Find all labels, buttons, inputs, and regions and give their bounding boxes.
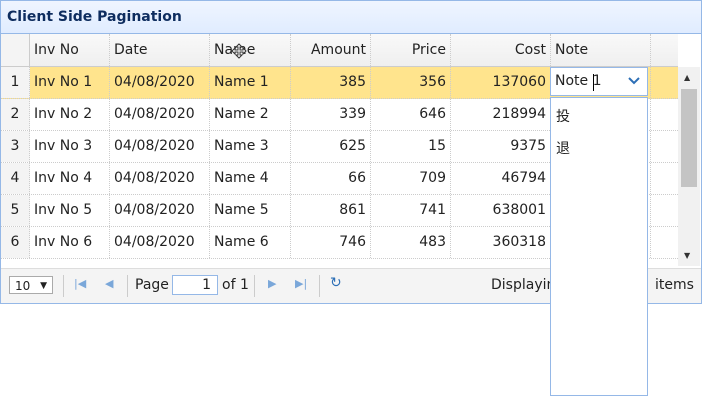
page-number-input[interactable]: 1 <box>172 275 218 295</box>
scroll-down-icon[interactable]: ▼ <box>684 251 690 260</box>
page-size-select[interactable]: 10 ▼ <box>9 276 53 294</box>
combobox-dropdown: 投 退 <box>550 97 648 396</box>
cell-inv-no[interactable]: Inv No 5 <box>30 195 110 226</box>
col-header-price[interactable]: Price <box>371 34 451 66</box>
cell-amount[interactable]: 66 <box>291 163 371 194</box>
cell-date[interactable]: 04/08/2020 <box>110 99 210 130</box>
cell-date[interactable]: 04/08/2020 <box>110 67 210 98</box>
next-page-icon[interactable]: ▶ <box>268 277 276 290</box>
cell-amount[interactable]: 861 <box>291 195 371 226</box>
cell-date[interactable]: 04/08/2020 <box>110 131 210 162</box>
cell-amount[interactable]: 625 <box>291 131 371 162</box>
col-header-cost[interactable]: Cost <box>451 34 551 66</box>
dropdown-item[interactable]: 退 <box>556 138 570 158</box>
refresh-icon[interactable]: ↻ <box>330 275 342 291</box>
cell-cost[interactable]: 638001 <box>451 195 551 226</box>
row-number: 1 <box>1 67 30 98</box>
chevron-down-icon: ▼ <box>40 281 47 291</box>
cell-inv-no[interactable]: Inv No 4 <box>30 163 110 194</box>
prev-page-icon[interactable]: ◀ <box>105 277 113 290</box>
grid-header: Inv No Date Name Amount Price Cost Note <box>1 34 678 67</box>
cell-date[interactable]: 04/08/2020 <box>110 163 210 194</box>
cell-price[interactable]: 483 <box>371 227 451 258</box>
cell-cost[interactable]: 218994 <box>451 99 551 130</box>
row-number: 4 <box>1 163 30 194</box>
scroll-up-icon[interactable]: ▲ <box>684 73 690 82</box>
column-move-cursor-icon <box>231 43 247 63</box>
cell-name[interactable]: Name 3 <box>210 131 291 162</box>
chevron-down-icon[interactable] <box>623 70 645 93</box>
cell-name[interactable]: Name 6 <box>210 227 291 258</box>
text-caret <box>593 74 594 91</box>
page-size-value: 10 <box>15 279 31 293</box>
panel-title: Client Side Pagination <box>1 1 701 34</box>
page-count-label: of 1 <box>222 277 249 293</box>
vertical-scrollbar[interactable]: ▲ ▼ <box>678 67 700 266</box>
cell-price[interactable]: 646 <box>371 99 451 130</box>
cell-date[interactable]: 04/08/2020 <box>110 227 210 258</box>
cell-amount[interactable]: 746 <box>291 227 371 258</box>
first-page-icon[interactable]: |◀ <box>74 277 86 290</box>
row-number: 5 <box>1 195 30 226</box>
pager-separator <box>319 275 320 297</box>
pager-separator <box>254 275 255 297</box>
cell-name[interactable]: Name 5 <box>210 195 291 226</box>
row-number: 3 <box>1 131 30 162</box>
cell-date[interactable]: 04/08/2020 <box>110 195 210 226</box>
cell-amount[interactable]: 385 <box>291 67 371 98</box>
cell-cost[interactable]: 137060 <box>451 67 551 98</box>
cell-inv-no[interactable]: Inv No 3 <box>30 131 110 162</box>
row-number: 2 <box>1 99 30 130</box>
row-number: 6 <box>1 227 30 258</box>
displaying-text: Displayin <box>491 277 556 293</box>
col-header-amount[interactable]: Amount <box>291 34 371 66</box>
col-header-inv-no[interactable]: Inv No <box>30 34 110 66</box>
cell-inv-no[interactable]: Inv No 6 <box>30 227 110 258</box>
scroll-thumb[interactable] <box>681 89 697 187</box>
pager-separator <box>63 275 64 297</box>
note-editor-value[interactable]: Note 1 <box>555 73 602 89</box>
items-text: items <box>655 277 694 293</box>
cell-cost[interactable]: 360318 <box>451 227 551 258</box>
cell-inv-no[interactable]: Inv No 1 <box>30 67 110 98</box>
cell-price[interactable]: 15 <box>371 131 451 162</box>
cell-price[interactable]: 709 <box>371 163 451 194</box>
cell-cost[interactable]: 9375 <box>451 131 551 162</box>
col-header-note[interactable]: Note <box>551 34 651 66</box>
cell-price[interactable]: 741 <box>371 195 451 226</box>
cell-name[interactable]: Name 4 <box>210 163 291 194</box>
pager-separator <box>127 275 128 297</box>
col-header-date[interactable]: Date <box>110 34 210 66</box>
page-label: Page <box>135 277 169 293</box>
last-page-icon[interactable]: ▶| <box>295 277 307 290</box>
cell-amount[interactable]: 339 <box>291 99 371 130</box>
rownum-header <box>1 34 30 66</box>
cell-cost[interactable]: 46794 <box>451 163 551 194</box>
cell-name[interactable]: Name 1 <box>210 67 291 98</box>
cell-inv-no[interactable]: Inv No 2 <box>30 99 110 130</box>
cell-price[interactable]: 356 <box>371 67 451 98</box>
dropdown-item[interactable]: 投 <box>556 106 570 126</box>
cell-name[interactable]: Name 2 <box>210 99 291 130</box>
col-header-name[interactable]: Name <box>210 34 291 66</box>
note-combobox[interactable]: Note 1 <box>550 67 648 96</box>
